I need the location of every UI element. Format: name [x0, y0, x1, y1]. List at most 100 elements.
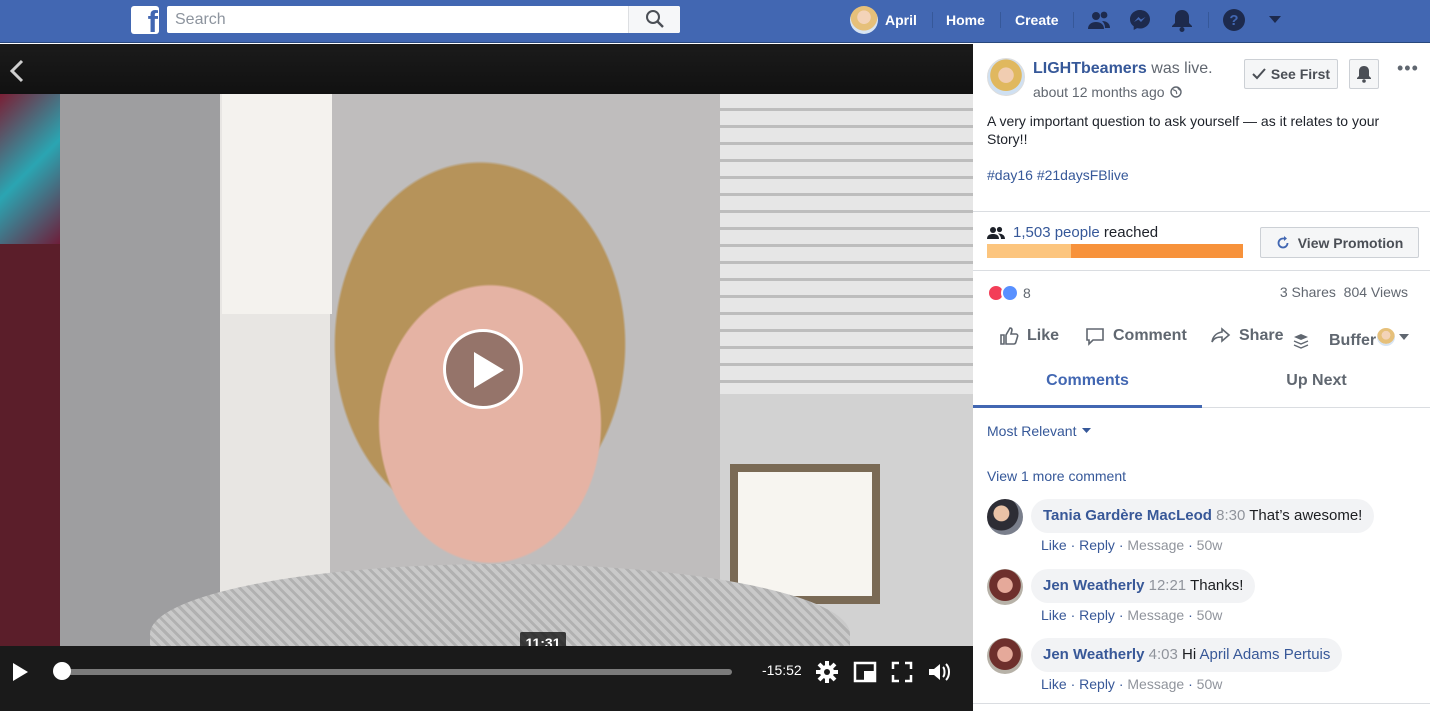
time-remaining: -15:52: [762, 662, 802, 678]
comment-sort-dropdown[interactable]: Most Relevant: [987, 423, 1092, 439]
comment-like-link[interactable]: Like: [1041, 676, 1067, 692]
friends-icon[interactable]: [1086, 8, 1112, 32]
comment-reply-link[interactable]: Reply: [1079, 607, 1115, 623]
notifications-toggle-button[interactable]: [1349, 59, 1379, 89]
play-icon[interactable]: [10, 662, 30, 682]
create-link[interactable]: Create: [1015, 12, 1059, 28]
post-panel: LIGHTbeamers was live. about 12 months a…: [973, 44, 1430, 711]
comment-bubble: Jen Weatherly 4:03 Hi April Adams Pertui…: [1031, 638, 1343, 672]
comment-author[interactable]: Jen Weatherly: [1043, 577, 1144, 594]
checkmark-icon: [1252, 68, 1266, 80]
messenger-icon[interactable]: [1127, 8, 1153, 32]
video-player[interactable]: 11:31 -15:52: [0, 44, 973, 711]
chevron-down-icon: [1399, 333, 1409, 340]
comment-button[interactable]: Comment: [1085, 326, 1187, 346]
tab-up-next[interactable]: Up Next: [1202, 362, 1430, 408]
nav-divider: [1208, 12, 1209, 28]
comment-message-link[interactable]: Message: [1127, 607, 1184, 623]
comment-bubble: Jen Weatherly 12:21 Thanks!: [1031, 569, 1256, 603]
big-play-button[interactable]: [443, 329, 523, 409]
search-button[interactable]: [628, 6, 680, 33]
view-more-comments-link[interactable]: View 1 more comment: [987, 468, 1126, 484]
reach-count-link[interactable]: 1,503 people: [1013, 224, 1100, 241]
like-button[interactable]: Like: [999, 326, 1059, 346]
comment-message-link[interactable]: Message: [1127, 537, 1184, 553]
thumbs-up-icon: [1000, 327, 1019, 345]
comment-bubble: Tania Gardère MacLeod 8:30 That’s awesom…: [1031, 499, 1375, 533]
avatar[interactable]: [987, 58, 1025, 96]
comment-actions: Like · Reply · Message · 50w: [1041, 537, 1223, 553]
divider: [973, 703, 1430, 704]
avatar[interactable]: [987, 499, 1023, 535]
pip-icon[interactable]: [853, 660, 877, 684]
sort-label: Most Relevant: [987, 423, 1077, 439]
reach-progress-bar: [987, 244, 1243, 258]
bell-icon: [1357, 66, 1371, 83]
settings-icon[interactable]: [815, 660, 839, 684]
avatar: [850, 6, 878, 34]
comment-message-link[interactable]: Message: [1127, 676, 1184, 692]
reaction-count: 8: [1023, 285, 1031, 301]
reach-progress-fill: [987, 244, 1072, 258]
comment-mention[interactable]: April Adams Pertuis: [1200, 646, 1331, 663]
comment-reply-link[interactable]: Reply: [1079, 676, 1115, 692]
buffer-button[interactable]: Buffer: [1293, 332, 1376, 350]
search-box: [167, 6, 680, 33]
comment-age[interactable]: 50w: [1197, 607, 1223, 623]
comment-author[interactable]: Tania Gardère MacLeod: [1043, 507, 1212, 524]
divider: [973, 270, 1430, 271]
home-link[interactable]: Home: [946, 12, 985, 28]
divider: [973, 211, 1430, 212]
profile-link[interactable]: April: [850, 6, 917, 34]
view-promotion-button[interactable]: View Promotion: [1260, 227, 1419, 258]
comment-age[interactable]: 50w: [1197, 537, 1223, 553]
comment-like-link[interactable]: Like: [1041, 537, 1067, 553]
post-as-selector[interactable]: [1377, 328, 1409, 346]
post-hashtags[interactable]: #day16 #21daysFBlive: [987, 167, 1129, 183]
refresh-icon: [1277, 235, 1289, 248]
comment-author[interactable]: Jen Weatherly: [1043, 646, 1144, 663]
facebook-logo[interactable]: f: [131, 6, 159, 34]
more-options-icon[interactable]: •••: [1397, 58, 1419, 79]
search-input[interactable]: [167, 6, 627, 33]
profile-name: April: [885, 12, 917, 28]
comment-video-timestamp[interactable]: 4:03: [1149, 646, 1178, 663]
post-body: A very important question to ask yoursel…: [987, 113, 1380, 147]
post-timestamp: about 12 months ago: [1033, 84, 1182, 100]
like-reaction-icon: [1001, 284, 1019, 302]
view-promotion-label: View Promotion: [1297, 234, 1404, 251]
comment-video-timestamp[interactable]: 12:21: [1149, 577, 1187, 594]
avatar[interactable]: [987, 569, 1023, 605]
see-first-label: See First: [1270, 66, 1331, 82]
tab-comments[interactable]: Comments: [973, 362, 1202, 408]
comment-text: Hi: [1181, 646, 1197, 663]
page-name-link[interactable]: LIGHTbeamers: [1033, 60, 1147, 77]
share-button[interactable]: Share: [1211, 326, 1283, 346]
nav-divider: [932, 12, 933, 28]
progress-scrubber[interactable]: [52, 662, 71, 680]
notifications-icon[interactable]: [1169, 8, 1195, 32]
volume-icon[interactable]: [927, 660, 951, 684]
comment-like-link[interactable]: Like: [1041, 607, 1067, 623]
help-icon[interactable]: ?: [1221, 8, 1247, 32]
avatar: [1377, 328, 1395, 346]
avatar[interactable]: [987, 638, 1023, 674]
fullscreen-icon[interactable]: [890, 660, 914, 684]
reach-label: reached: [1103, 224, 1159, 241]
back-arrow-icon[interactable]: [8, 59, 28, 83]
post-time-link[interactable]: about 12 months ago: [1033, 84, 1165, 100]
reactions-summary[interactable]: 8: [987, 284, 1031, 302]
top-navigation-bar: f April Home Create ?: [0, 0, 1430, 43]
post-stats: 3 Shares 804 Views: [1280, 284, 1408, 300]
video-controls: -15:52: [0, 646, 973, 711]
progress-bar[interactable]: [55, 669, 732, 675]
dropdown-icon[interactable]: [1262, 8, 1288, 32]
comment-age[interactable]: 50w: [1197, 676, 1223, 692]
comment-reply-link[interactable]: Reply: [1079, 537, 1115, 553]
see-first-button[interactable]: See First: [1244, 59, 1338, 89]
panel-tabs: Comments Up Next: [973, 362, 1430, 408]
shares-count[interactable]: 3 Shares: [1280, 284, 1336, 300]
chevron-down-icon: [1082, 428, 1092, 433]
comment-label: Comment: [1113, 327, 1187, 344]
comment-video-timestamp[interactable]: 8:30: [1216, 507, 1245, 524]
